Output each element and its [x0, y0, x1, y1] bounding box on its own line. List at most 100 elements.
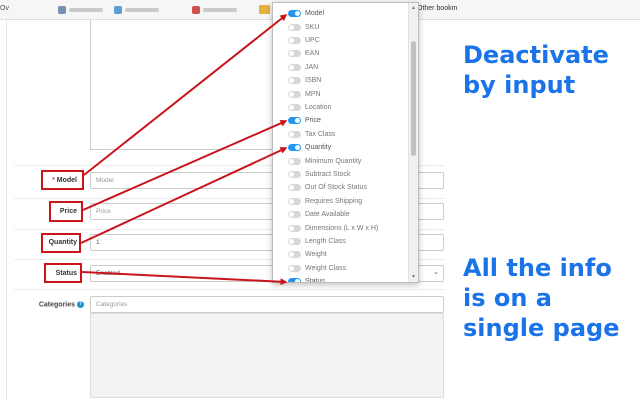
- toggle-switch[interactable]: [288, 237, 301, 245]
- toggle-switch[interactable]: [288, 170, 301, 178]
- toggle-switch[interactable]: [288, 90, 301, 98]
- dropdown-item[interactable]: Weight: [273, 248, 409, 261]
- dropdown-item[interactable]: Requires Shipping: [273, 195, 409, 208]
- categories-input[interactable]: Categories: [90, 296, 444, 313]
- bookmark-favicon-icon: [192, 6, 200, 14]
- toggle-switch[interactable]: [288, 103, 301, 111]
- toggle-switch[interactable]: [288, 36, 301, 44]
- dropdown-item[interactable]: Location: [273, 101, 409, 114]
- dropdown-item[interactable]: SKU: [273, 20, 409, 33]
- dropdown-item-label: Model: [305, 10, 325, 18]
- price-placeholder: Price: [96, 208, 111, 215]
- dropdown-item-label: Quantity: [305, 144, 332, 152]
- toggle-knob: [289, 185, 294, 191]
- annotation-line: by input: [463, 71, 576, 99]
- toggle-knob: [289, 131, 294, 137]
- dropdown-item-label: Minimum Quantity: [305, 157, 362, 165]
- bookmark-favicon-icon: [114, 6, 122, 14]
- toggle-knob: [289, 225, 294, 231]
- toggle-knob: [295, 11, 300, 17]
- dropdown-item-label: Length Class: [305, 237, 346, 245]
- screenshot-root: Ov Other bookm * Model Model Price Price: [0, 0, 640, 400]
- scroll-down-icon[interactable]: ▼: [411, 274, 416, 280]
- dropdown-item[interactable]: Date Available: [273, 208, 409, 221]
- highlight-quantity-label: [41, 233, 81, 253]
- toggle-knob: [289, 51, 294, 57]
- toggle-knob: [289, 104, 294, 110]
- dropdown-scrollbar[interactable]: ▲ ▼: [408, 3, 418, 282]
- bookmark-item[interactable]: [114, 5, 159, 15]
- dropdown-item-label: EAN: [305, 50, 320, 58]
- toggle-switch[interactable]: [288, 130, 301, 138]
- toggle-knob: [289, 198, 294, 204]
- bookmark-item[interactable]: [192, 5, 237, 15]
- dropdown-item-label: Dimensions (L x W x H): [305, 224, 379, 232]
- scroll-up-icon[interactable]: ▲: [411, 5, 416, 11]
- dropdown-item[interactable]: Price: [273, 114, 409, 127]
- categories-label: Categories ?: [0, 301, 84, 308]
- toggle-switch[interactable]: [288, 144, 301, 152]
- highlight-price-label: [49, 201, 83, 222]
- status-selected-value: Enabled: [96, 270, 120, 277]
- toggle-switch[interactable]: [288, 211, 301, 219]
- dropdown-item[interactable]: Length Class: [273, 235, 409, 248]
- dropdown-item-label: JAN: [305, 63, 319, 71]
- help-icon[interactable]: ?: [77, 301, 84, 308]
- toggle-switch[interactable]: [288, 251, 301, 259]
- toggle-switch[interactable]: [288, 77, 301, 85]
- dropdown-item[interactable]: MPN: [273, 87, 409, 100]
- annotation-line: is on a: [463, 284, 552, 312]
- annotation-line: All the info: [463, 254, 612, 282]
- toggle-switch[interactable]: [288, 23, 301, 31]
- toggle-switch[interactable]: [288, 278, 301, 282]
- toggle-knob: [289, 252, 294, 258]
- highlight-model-label: [41, 170, 84, 190]
- dropdown-item-label: Price: [305, 117, 321, 125]
- toggle-knob: [289, 158, 294, 164]
- bookmark-item[interactable]: [58, 5, 103, 15]
- description-textarea[interactable]: [90, 20, 274, 150]
- dropdown-item[interactable]: Tax Class: [273, 128, 409, 141]
- toggle-knob: [289, 265, 294, 271]
- bookmark-label-blurred: [125, 8, 159, 12]
- row-divider: [14, 289, 444, 290]
- toggle-knob: [289, 24, 294, 30]
- toggle-switch[interactable]: [288, 224, 301, 232]
- dropdown-item[interactable]: Dimensions (L x W x H): [273, 221, 409, 234]
- field-visibility-dropdown[interactable]: Model SKU UPC EAN JAN ISBN MPN Location Price Tax…: [272, 2, 419, 283]
- dropdown-item[interactable]: Status: [273, 275, 409, 282]
- toggle-knob: [289, 64, 294, 70]
- bookmark-label-blurred: [203, 8, 237, 12]
- dropdown-item-label: Location: [305, 103, 332, 111]
- toggle-switch[interactable]: [288, 63, 301, 71]
- toggle-switch[interactable]: [288, 50, 301, 58]
- toggle-switch[interactable]: [288, 264, 301, 272]
- dropdown-item[interactable]: UPC: [273, 34, 409, 47]
- dropdown-item[interactable]: ISBN: [273, 74, 409, 87]
- dropdown-item[interactable]: Model: [273, 7, 409, 20]
- toggle-switch[interactable]: [288, 184, 301, 192]
- dropdown-item[interactable]: Minimum Quantity: [273, 154, 409, 167]
- dropdown-item-label: Weight: [305, 251, 327, 259]
- dropdown-item[interactable]: EAN: [273, 47, 409, 60]
- dropdown-item[interactable]: JAN: [273, 61, 409, 74]
- toggle-switch[interactable]: [288, 197, 301, 205]
- toggle-switch[interactable]: [288, 117, 301, 125]
- toggle-knob: [295, 118, 300, 124]
- dropdown-item[interactable]: Subtract Stock: [273, 168, 409, 181]
- categories-placeholder: Categories: [96, 301, 128, 308]
- toggle-knob: [289, 37, 294, 43]
- toggle-switch[interactable]: [288, 157, 301, 165]
- toggle-knob: [295, 279, 300, 282]
- chevron-down-icon[interactable]: ⌄: [433, 268, 439, 276]
- other-bookmarks[interactable]: Other bookm: [417, 5, 457, 12]
- bookmark-folder-icon[interactable]: [259, 5, 270, 14]
- dropdown-item-label: Subtract Stock: [305, 170, 351, 178]
- dropdown-item[interactable]: Out Of Stock Status: [273, 181, 409, 194]
- scroll-thumb[interactable]: [411, 41, 416, 156]
- toggle-switch[interactable]: [288, 10, 301, 18]
- dropdown-item[interactable]: Weight Class: [273, 262, 409, 275]
- dropdown-item-label: MPN: [305, 90, 321, 98]
- dropdown-item[interactable]: Quantity: [273, 141, 409, 154]
- toggle-knob: [289, 78, 294, 84]
